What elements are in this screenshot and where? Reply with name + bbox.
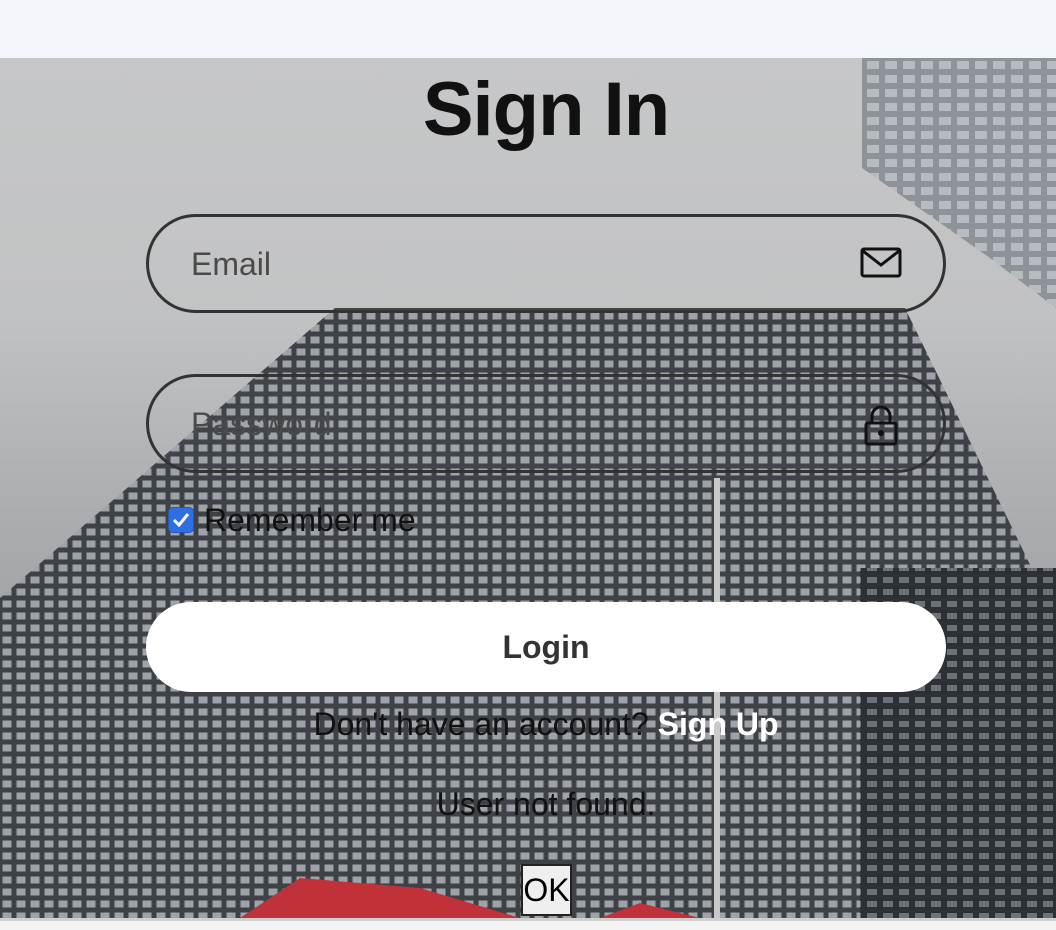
lock-icon [859, 403, 903, 446]
signup-row: Don't have an account? Sign Up [0, 706, 1056, 743]
remember-me[interactable]: Remember me [168, 500, 416, 540]
signup-link[interactable]: Sign Up [658, 706, 779, 742]
error-message: User not found. [436, 786, 656, 822]
email-input[interactable] [189, 217, 833, 312]
password-field[interactable] [146, 374, 946, 473]
email-field[interactable] [146, 214, 946, 313]
signup-prompt: Don't have an account? [313, 706, 649, 742]
ok-button[interactable]: OK [521, 864, 572, 916]
remember-checkbox[interactable] [168, 507, 194, 533]
top-bar [0, 0, 1056, 58]
login-button[interactable]: Login [146, 602, 946, 692]
remember-label: Remember me [204, 501, 416, 538]
page-title: Sign In [422, 67, 670, 152]
mail-icon [859, 243, 903, 283]
bottom-strip [0, 918, 1056, 930]
password-input[interactable] [189, 377, 833, 472]
